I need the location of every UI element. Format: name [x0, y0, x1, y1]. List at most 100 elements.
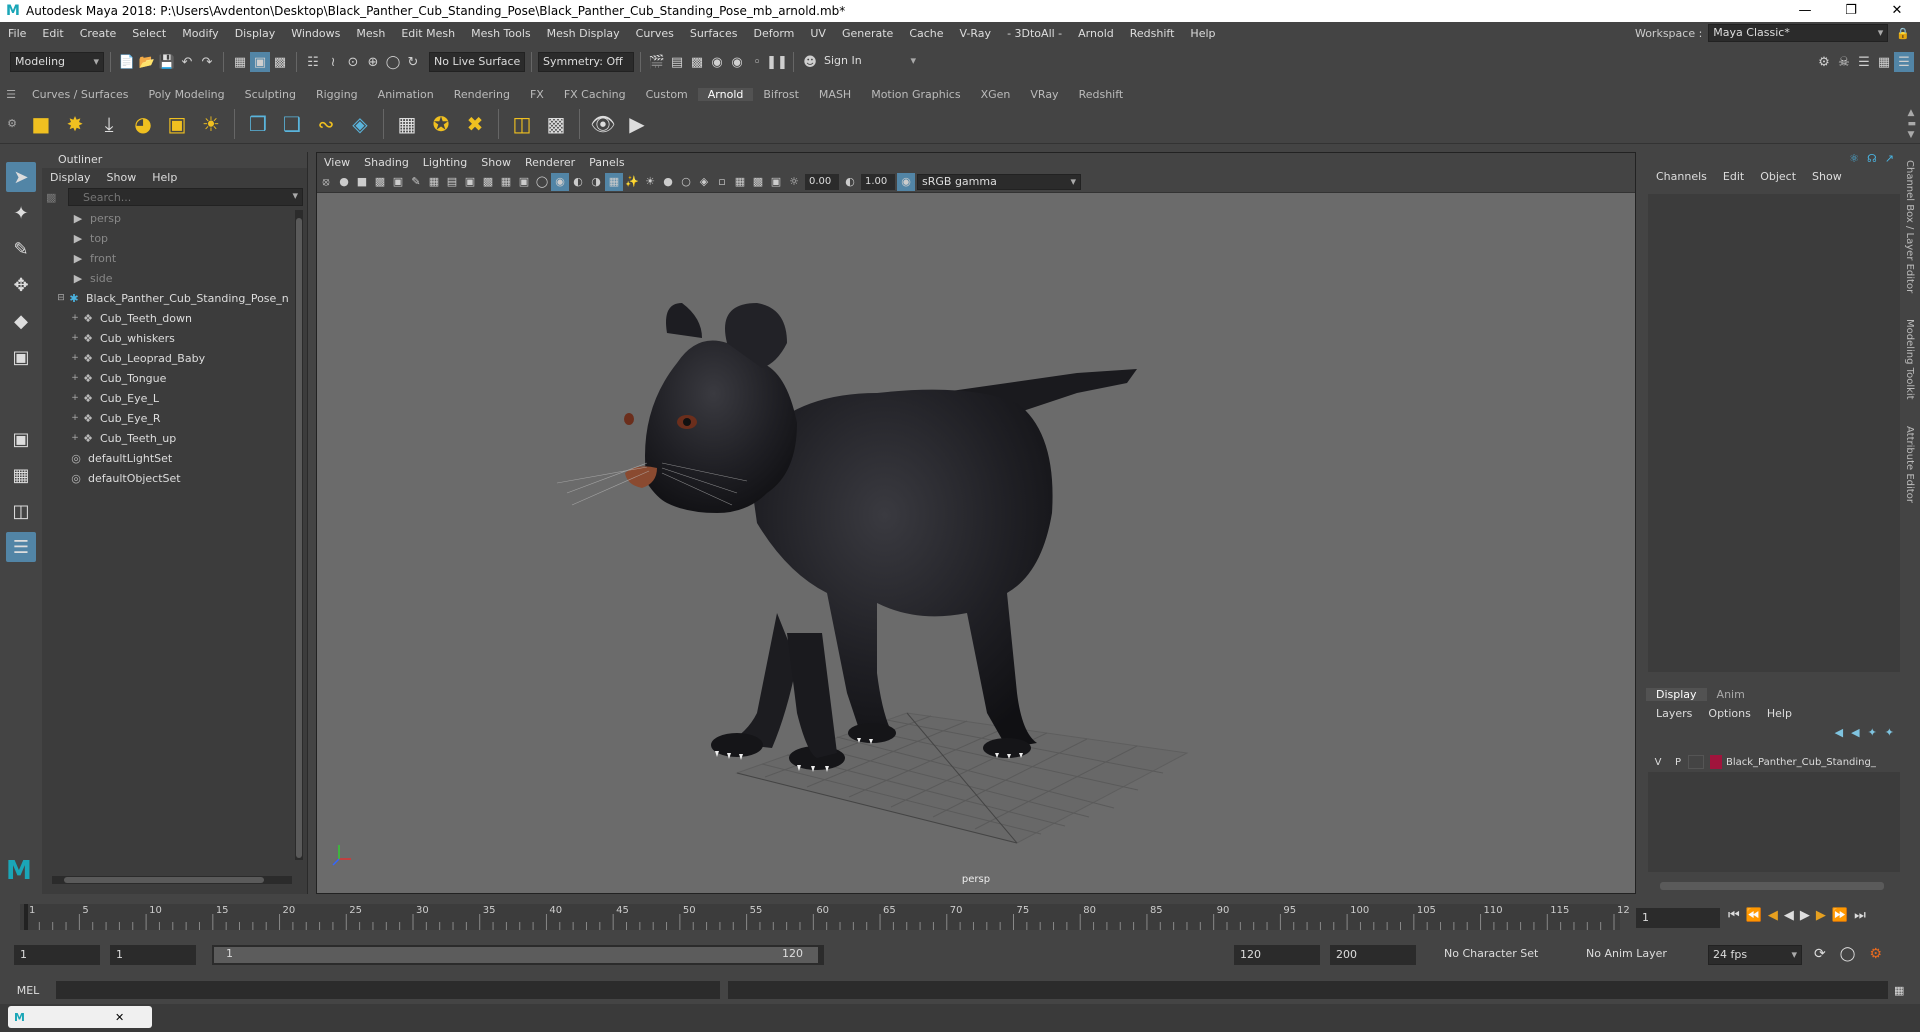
rotate-tool-icon[interactable]: ◆ — [6, 306, 36, 336]
shelf-tab[interactable]: MASH — [809, 88, 861, 101]
lasso-tool-icon[interactable]: ✦ — [6, 198, 36, 228]
shelf-tab[interactable]: Bifrost — [753, 88, 809, 101]
expand-toggle-icon[interactable]: + — [70, 313, 80, 323]
step-forward-frame-icon[interactable]: ▶ — [1816, 908, 1826, 923]
outliner-hscroll-thumb[interactable] — [64, 877, 264, 883]
new-scene-icon[interactable]: 📄 — [117, 52, 137, 72]
menu-generate[interactable]: Generate — [834, 27, 901, 40]
script-language-label[interactable]: MEL — [0, 984, 56, 997]
scale-tool-icon[interactable]: ▣ — [6, 342, 36, 372]
new-layer-icon[interactable]: ✦ — [1868, 726, 1877, 739]
isolate-select-icon[interactable]: ▦ — [731, 173, 749, 191]
tree-item-persp[interactable]: ▶ persp — [70, 208, 307, 228]
tree-item-mesh[interactable]: + ❖ Cub_whiskers — [70, 328, 307, 348]
side-tab-modeling-toolkit[interactable]: Modeling Toolkit — [1904, 319, 1915, 400]
menu-vray[interactable]: V-Ray — [952, 27, 1000, 40]
layer-menu-layers[interactable]: Layers — [1646, 707, 1698, 720]
safe-action-icon[interactable]: ▣ — [515, 173, 533, 191]
shelf-tab[interactable]: VRay — [1020, 88, 1068, 101]
smooth-shade-icon[interactable]: ◉ — [551, 172, 569, 191]
outliner-menu-show[interactable]: Show — [99, 171, 145, 184]
flush-all-icon[interactable]: ✖ — [460, 109, 490, 139]
expand-toggle-icon[interactable]: + — [70, 413, 80, 423]
tx-manager-icon[interactable]: ◫ — [507, 109, 537, 139]
image-plane-icon[interactable]: ▩ — [371, 173, 389, 191]
script-editor-icon[interactable]: ▦ — [1894, 984, 1904, 997]
modeling-toolkit-icon[interactable]: ⚙ — [1814, 52, 1834, 72]
menu-create[interactable]: Create — [72, 27, 125, 40]
menu-edit-mesh[interactable]: Edit Mesh — [393, 27, 463, 40]
render-view-eye-icon[interactable]: 👁 — [588, 109, 618, 139]
animation-preferences-icon[interactable]: ⚙ — [1869, 946, 1882, 962]
menu-select[interactable]: Select — [124, 27, 174, 40]
layer-tab-anim[interactable]: Anim — [1707, 688, 1755, 701]
resolution-gate-icon[interactable]: ▣ — [461, 173, 479, 191]
time-ruler[interactable]: 1 5 10 15 20 25 30 35 40 45 50 55 60 65 70 75 80 85 90 95 10… — [0, 900, 1630, 934]
tree-item-set[interactable]: ◎ defaultObjectSet — [68, 468, 307, 488]
current-frame-field[interactable]: 1 — [1636, 908, 1720, 928]
layer-name[interactable]: Black_Panther_Cub_Standing_ — [1726, 757, 1876, 768]
open-scene-icon[interactable]: 📂 — [137, 52, 157, 72]
menu-set-dropdown[interactable]: Modeling ▾ — [10, 52, 104, 72]
playback-start-field[interactable]: 1 — [110, 945, 196, 965]
channel-box-icon[interactable]: ☰ — [1894, 52, 1914, 72]
gate-mask-icon[interactable]: ▩ — [479, 173, 497, 191]
playback-end-field[interactable]: 120 — [1234, 945, 1320, 965]
bookmark-icon[interactable]: ■ — [353, 173, 371, 191]
exposure-icon[interactable]: ☼ — [785, 173, 803, 191]
menu-windows[interactable]: Windows — [283, 27, 348, 40]
single-perspective-layout-icon[interactable]: ▣ — [6, 424, 36, 454]
menu-arnold[interactable]: Arnold — [1070, 27, 1122, 40]
play-forwards-icon[interactable]: ▶ — [1800, 908, 1810, 923]
minimize-button[interactable]: — — [1782, 0, 1828, 22]
layer-tab-display[interactable]: Display — [1646, 687, 1707, 701]
menu-mesh[interactable]: Mesh — [348, 27, 393, 40]
menu-edit[interactable]: Edit — [34, 27, 71, 40]
range-slider-bar[interactable] — [214, 947, 818, 963]
loop-icon[interactable]: ⟳ — [1814, 946, 1826, 962]
channel-menu-channels[interactable]: Channels — [1650, 170, 1717, 183]
pause-icon[interactable]: ❚❚ — [766, 52, 788, 72]
shelf-tab[interactable]: Rigging — [306, 88, 368, 101]
workspace-select[interactable]: Maya Classic* ▾ — [1708, 24, 1889, 42]
select-object-icon[interactable]: ▣ — [250, 52, 270, 72]
channel-menu-object[interactable]: Object — [1754, 170, 1806, 183]
shelf-tab[interactable]: Custom — [636, 88, 698, 101]
standin-create-icon[interactable]: ❒ — [243, 109, 273, 139]
layer-menu-help[interactable]: Help — [1757, 707, 1798, 720]
mesh-light-icon[interactable]: ✸ — [60, 109, 90, 139]
go-to-start-icon[interactable]: ⏮ — [1728, 908, 1740, 923]
channel-list[interactable] — [1648, 194, 1900, 672]
render-view-icon[interactable]: ◉ — [727, 52, 747, 72]
close-icon[interactable]: ✕ — [115, 1011, 124, 1024]
volume-icon[interactable]: ∾ — [311, 109, 341, 139]
tree-item-mesh[interactable]: + ❖ Cub_Teeth_up — [70, 428, 307, 448]
go-to-end-icon[interactable]: ⏭ — [1854, 908, 1866, 923]
animation-end-field[interactable]: 200 — [1330, 945, 1416, 965]
menu-file[interactable]: File — [0, 27, 34, 40]
expand-toggle-icon[interactable]: + — [70, 393, 80, 403]
step-back-key-icon[interactable]: ⏪ — [1746, 908, 1762, 923]
snap-grid-icon[interactable]: ☷ — [303, 52, 323, 72]
two-pane-layout-icon[interactable]: ◫ — [6, 496, 36, 526]
snap-rotate-icon[interactable]: ↻ — [403, 52, 423, 72]
use-all-lights-icon[interactable]: ✨ — [623, 173, 641, 191]
render-sequence-icon[interactable]: ◦ — [747, 52, 767, 72]
symmetry-dropdown[interactable]: Symmetry: Off — [538, 52, 634, 72]
undo-icon[interactable]: ↶ — [177, 52, 197, 72]
animation-start-field[interactable]: 1 — [14, 945, 100, 965]
shelf-tab[interactable]: FX — [520, 88, 554, 101]
menu-uv[interactable]: UV — [802, 27, 834, 40]
film-gate-icon[interactable]: ▤ — [443, 173, 461, 191]
menu-mesh-display[interactable]: Mesh Display — [539, 27, 628, 40]
snap-view-icon[interactable]: ⊕ — [363, 52, 383, 72]
outliner-search-input[interactable] — [69, 189, 269, 205]
select-component-icon[interactable]: ▩ — [270, 52, 290, 72]
shelf-tab[interactable]: Motion Graphics — [861, 88, 970, 101]
area-light-icon[interactable]: ■ — [26, 109, 56, 139]
viewport-menu-shading[interactable]: Shading — [357, 156, 416, 169]
shadows-icon[interactable]: ☀ — [641, 173, 659, 191]
textured-icon[interactable]: ▦ — [605, 172, 623, 191]
wireframe-on-shaded-icon[interactable]: ◐ — [569, 173, 587, 191]
move-tool-icon[interactable]: ✥ — [6, 270, 36, 300]
